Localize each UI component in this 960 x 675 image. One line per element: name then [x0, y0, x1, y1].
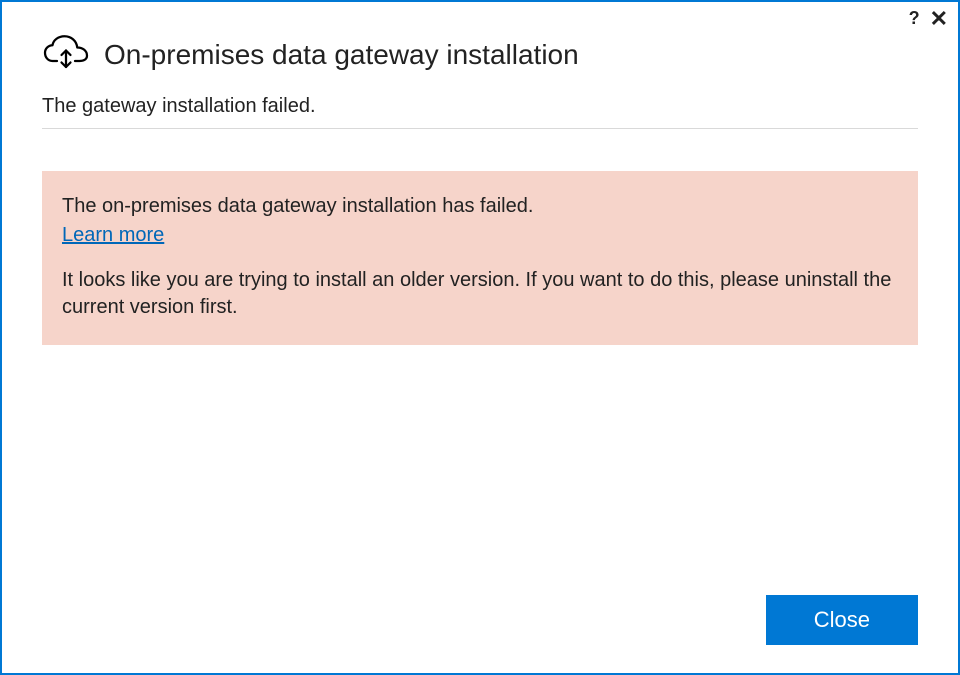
- error-detail: It looks like you are trying to install …: [62, 267, 898, 321]
- cloud-gateway-icon: [42, 32, 90, 77]
- footer: Close: [2, 595, 958, 673]
- close-icon[interactable]: ✕: [930, 10, 948, 28]
- page-title: On-premises data gateway installation: [104, 39, 579, 71]
- learn-more-link[interactable]: Learn more: [62, 224, 164, 246]
- installer-window: ? ✕ On-premises data gateway installatio…: [0, 0, 960, 675]
- status-message: The gateway installation failed.: [42, 95, 918, 129]
- error-summary: The on-premises data gateway installatio…: [62, 193, 898, 220]
- content-area: The gateway installation failed. The on-…: [2, 95, 958, 595]
- close-button[interactable]: Close: [766, 595, 918, 645]
- header: On-premises data gateway installation: [2, 2, 958, 95]
- titlebar-controls: ? ✕: [909, 8, 948, 29]
- error-panel: The on-premises data gateway installatio…: [42, 171, 918, 345]
- help-icon[interactable]: ?: [909, 8, 920, 29]
